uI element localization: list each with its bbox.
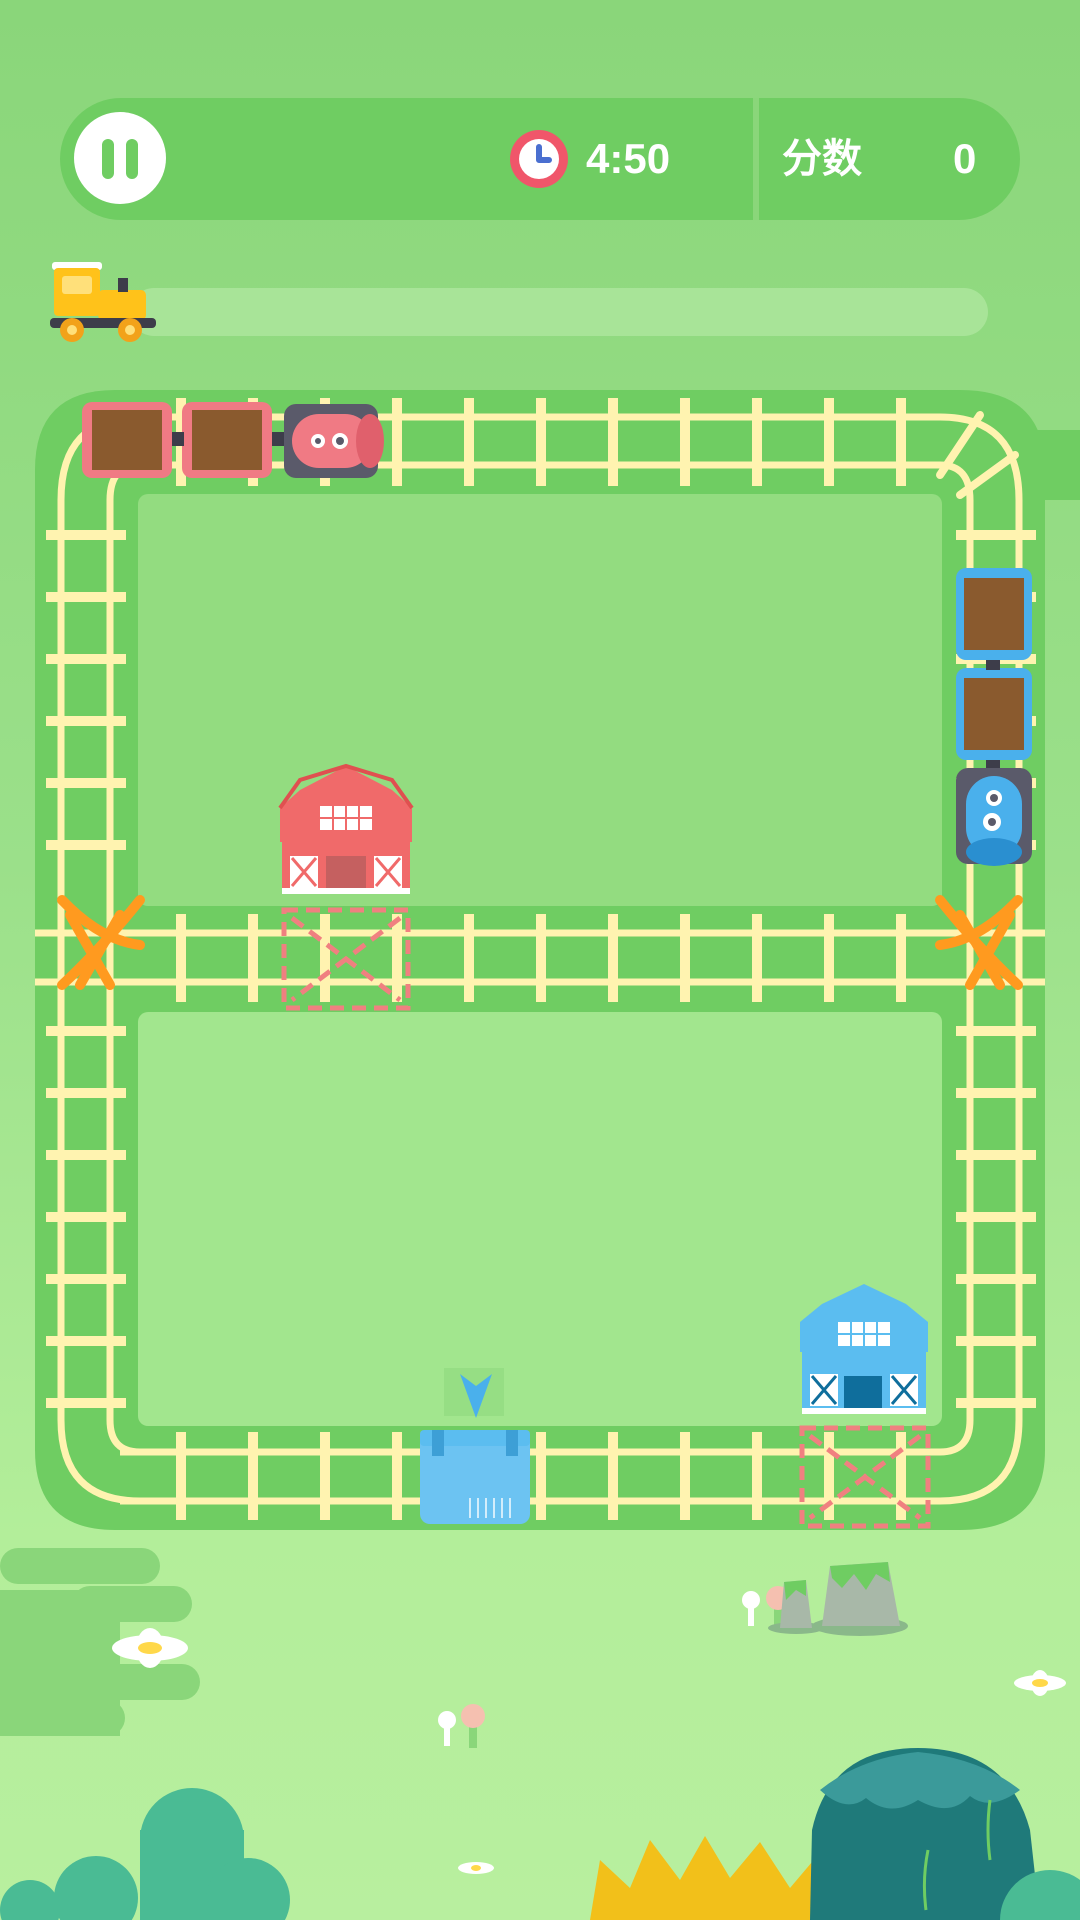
upper-field xyxy=(138,494,942,906)
tree-icon xyxy=(810,1748,1080,1920)
track-tie xyxy=(536,1432,546,1520)
track-tie xyxy=(896,398,906,486)
track-tie xyxy=(680,914,690,1002)
track-tie xyxy=(608,914,618,1002)
track-tie xyxy=(824,914,834,1002)
red-barn-icon xyxy=(278,763,414,894)
track-tie xyxy=(248,914,258,1002)
game-board xyxy=(0,390,1080,1920)
track-tie xyxy=(824,398,834,486)
track-tie xyxy=(536,398,546,486)
track-tie xyxy=(680,398,690,486)
track-tie xyxy=(896,914,906,1002)
track-tie xyxy=(320,914,330,1002)
track-tie xyxy=(536,914,546,1002)
track-tie xyxy=(752,398,762,486)
track-tie xyxy=(176,1432,186,1520)
track-tie xyxy=(752,914,762,1002)
track-tie xyxy=(464,914,474,1002)
track-tie xyxy=(680,1432,690,1520)
track-tie xyxy=(176,914,186,1002)
track-tie xyxy=(392,1432,402,1520)
flower-icon xyxy=(458,1862,494,1874)
mushroom-icon xyxy=(438,1586,790,1748)
track-tie xyxy=(392,914,402,1002)
tree-stump-icon xyxy=(768,1562,908,1636)
track-tie xyxy=(608,1432,618,1520)
sunflower-icon xyxy=(590,1836,830,1920)
flower-icon xyxy=(112,1628,188,1668)
track-tie xyxy=(248,1432,258,1520)
track-tie xyxy=(608,398,618,486)
flower-icon xyxy=(1014,1670,1066,1696)
red-train[interactable] xyxy=(82,402,384,478)
track-tie xyxy=(320,1432,330,1520)
blue-train[interactable] xyxy=(956,568,1032,866)
track-tie xyxy=(752,1432,762,1520)
track-tie xyxy=(392,398,402,486)
track-tie xyxy=(464,398,474,486)
bush-icon xyxy=(0,1788,290,1920)
